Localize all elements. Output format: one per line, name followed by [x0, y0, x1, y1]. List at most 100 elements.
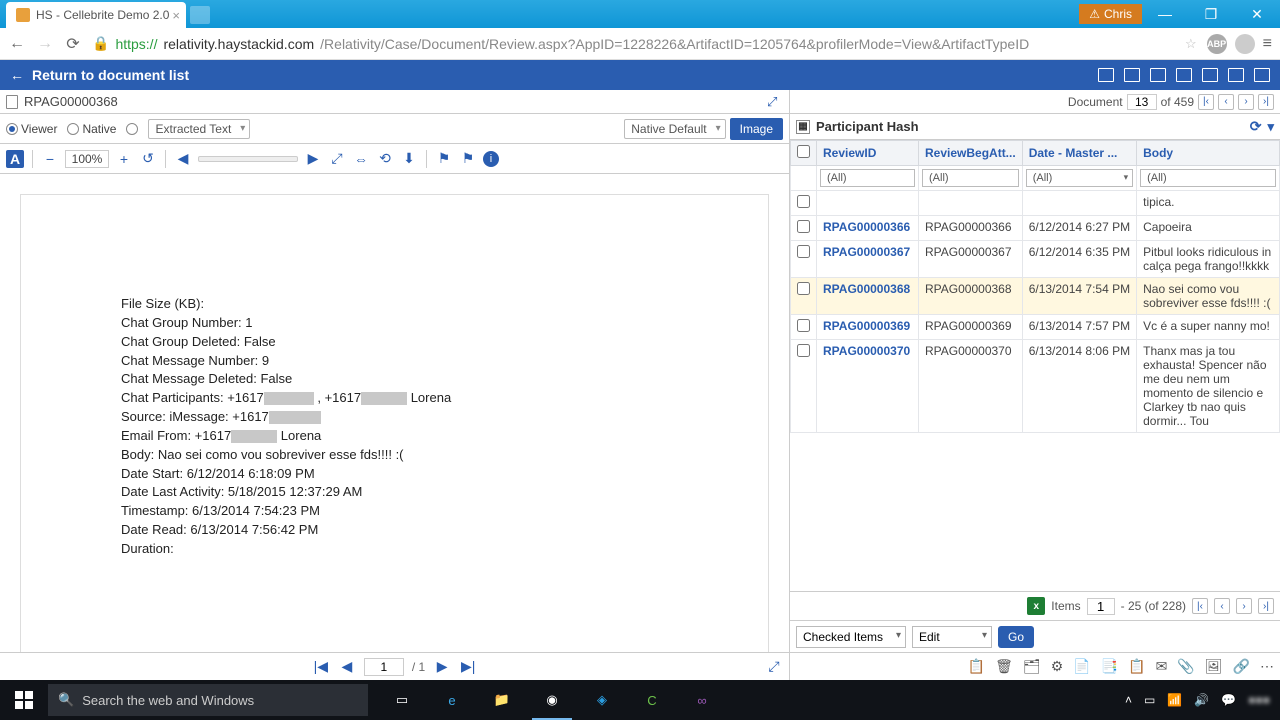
first-page-icon[interactable]: |◀: [312, 658, 330, 676]
row-checkbox[interactable]: [797, 319, 810, 332]
docnav-first-icon[interactable]: |‹: [1198, 94, 1214, 110]
docnav-input[interactable]: [1127, 94, 1157, 110]
native-default-select[interactable]: Native Default: [624, 119, 725, 139]
expand-bottom-icon[interactable]: ⤢: [765, 658, 783, 676]
cell-reviewid[interactable]: RPAG00000368: [817, 278, 919, 315]
docnav-prev-icon[interactable]: ‹: [1218, 94, 1234, 110]
cell-reviewid[interactable]: RPAG00000370: [817, 340, 919, 433]
cell-reviewid[interactable]: RPAG00000367: [817, 241, 919, 278]
teamviewer-icon[interactable]: ◈: [578, 680, 626, 720]
action-icon-11[interactable]: 🔗: [1233, 658, 1250, 675]
filter-reviewid[interactable]: (All): [820, 169, 915, 187]
tool-icon-2[interactable]: ⚑: [459, 150, 477, 168]
tray-up-icon[interactable]: ˄: [1125, 693, 1132, 707]
row-checkbox[interactable]: [797, 344, 810, 357]
fit-width-icon[interactable]: ⇔: [352, 150, 370, 168]
action-icon-9[interactable]: 📎: [1177, 658, 1194, 675]
download-icon[interactable]: ⬇: [400, 150, 418, 168]
export-excel-icon[interactable]: x: [1027, 597, 1045, 615]
action-icon-6[interactable]: 📑: [1101, 658, 1118, 675]
tray-wifi-icon[interactable]: 📶: [1167, 693, 1182, 707]
browser-tab[interactable]: HS - Cellebrite Demo 2.0 ×: [6, 2, 186, 28]
pager-page-input[interactable]: [1087, 598, 1115, 615]
checked-items-select[interactable]: Checked Items: [796, 626, 906, 648]
action-icon-1[interactable]: 📋: [968, 658, 985, 675]
rotate-icon[interactable]: ⟲: [376, 150, 394, 168]
zoom-in-icon[interactable]: +: [115, 150, 133, 168]
col-reviewbeg[interactable]: ReviewBegAtt...: [919, 141, 1023, 166]
zoom-input[interactable]: 100%: [65, 150, 109, 168]
visualstudio-icon[interactable]: ∞: [678, 680, 726, 720]
refresh-icon[interactable]: ⟳: [1250, 118, 1262, 135]
document-body[interactable]: File Size (KB): Chat Group Number: 1 Cha…: [0, 174, 789, 652]
page-slider[interactable]: [198, 156, 298, 162]
close-button[interactable]: ✕: [1234, 0, 1280, 28]
col-date[interactable]: Date - Master ...: [1022, 141, 1136, 166]
abp-extension-icon[interactable]: ABP: [1207, 34, 1227, 54]
row-checkbox[interactable]: [797, 220, 810, 233]
bookmark-icon[interactable]: ☆: [1185, 36, 1197, 52]
layout-icon-4[interactable]: [1176, 68, 1192, 82]
layout-icon-7[interactable]: [1254, 68, 1270, 82]
maximize-button[interactable]: ❐: [1188, 0, 1234, 28]
layout-icon-1[interactable]: [1098, 68, 1114, 82]
fit-icon[interactable]: ⤢: [328, 150, 346, 168]
row-checkbox[interactable]: [797, 195, 810, 208]
col-body[interactable]: Body: [1137, 141, 1280, 166]
action-icon-3[interactable]: 🗂: [1023, 658, 1041, 675]
reload-button[interactable]: ⟳: [64, 35, 82, 53]
forward-button[interactable]: →: [36, 35, 54, 53]
camtasia-icon[interactable]: C: [628, 680, 676, 720]
table-row[interactable]: RPAG00000367RPAG000003676/12/2014 6:35 P…: [791, 241, 1280, 278]
cell-reviewid[interactable]: [817, 191, 919, 216]
cell-reviewid[interactable]: RPAG00000366: [817, 216, 919, 241]
pager-prev-icon[interactable]: ‹: [1214, 598, 1230, 614]
table-row[interactable]: RPAG00000366RPAG000003666/12/2014 6:27 P…: [791, 216, 1280, 241]
action-icon-12[interactable]: ⋯: [1260, 658, 1274, 675]
tool-icon-1[interactable]: ⚑: [435, 150, 453, 168]
tray-volume-icon[interactable]: 🔊: [1194, 693, 1209, 707]
page-input[interactable]: [364, 658, 404, 676]
extension-icon[interactable]: [1235, 34, 1255, 54]
browser-user-badge[interactable]: ⚠ Chris: [1079, 4, 1142, 24]
cell-reviewid[interactable]: RPAG00000369: [817, 315, 919, 340]
col-reviewid[interactable]: ReviewID: [817, 141, 919, 166]
taskbar-search[interactable]: 🔍 Search the web and Windows: [48, 684, 368, 716]
last-page-icon[interactable]: ▶|: [459, 658, 477, 676]
next-page-btn[interactable]: ▶: [433, 658, 451, 676]
pager-first-icon[interactable]: |‹: [1192, 598, 1208, 614]
tray-clock[interactable]: ■■■: [1248, 693, 1270, 707]
native-radio[interactable]: Native: [67, 122, 116, 136]
action-icon-7[interactable]: 📋: [1128, 658, 1145, 675]
edge-icon[interactable]: e: [428, 680, 476, 720]
pager-last-icon[interactable]: ›|: [1258, 598, 1274, 614]
extracted-radio[interactable]: [126, 123, 138, 135]
chrome-icon[interactable]: ◉: [528, 680, 576, 720]
docnav-last-icon[interactable]: ›|: [1258, 94, 1274, 110]
expand-icon[interactable]: ⤢: [767, 94, 783, 110]
back-button[interactable]: ←: [8, 35, 26, 53]
explorer-icon[interactable]: 📁: [478, 680, 526, 720]
tab-close-icon[interactable]: ×: [172, 8, 180, 23]
docnav-next-icon[interactable]: ›: [1238, 94, 1254, 110]
action-icon-8[interactable]: ✉: [1156, 658, 1168, 675]
minimize-button[interactable]: —: [1142, 0, 1188, 28]
filter-reviewbeg[interactable]: (All): [922, 169, 1019, 187]
select-all-checkbox[interactable]: [791, 141, 817, 166]
chrome-menu-icon[interactable]: ≡: [1263, 35, 1272, 53]
row-checkbox[interactable]: [797, 282, 810, 295]
action-icon-2[interactable]: 🗑: [995, 658, 1013, 675]
new-tab-button[interactable]: [190, 6, 210, 24]
start-button[interactable]: [0, 680, 48, 720]
return-to-list-button[interactable]: ← Return to document list: [10, 67, 189, 83]
prev-page-btn[interactable]: ◀: [338, 658, 356, 676]
annotate-icon[interactable]: A: [6, 150, 24, 168]
action-select[interactable]: Edit: [912, 626, 992, 648]
prev-page-icon[interactable]: ◀: [174, 150, 192, 168]
table-row[interactable]: tipica.: [791, 191, 1280, 216]
action-icon-5[interactable]: 📄: [1073, 658, 1090, 675]
table-row[interactable]: RPAG00000369RPAG000003696/13/2014 7:57 P…: [791, 315, 1280, 340]
taskview-icon[interactable]: ▭: [378, 680, 426, 720]
undo-icon[interactable]: ↺: [139, 150, 157, 168]
extracted-text-select[interactable]: Extracted Text: [148, 119, 250, 139]
